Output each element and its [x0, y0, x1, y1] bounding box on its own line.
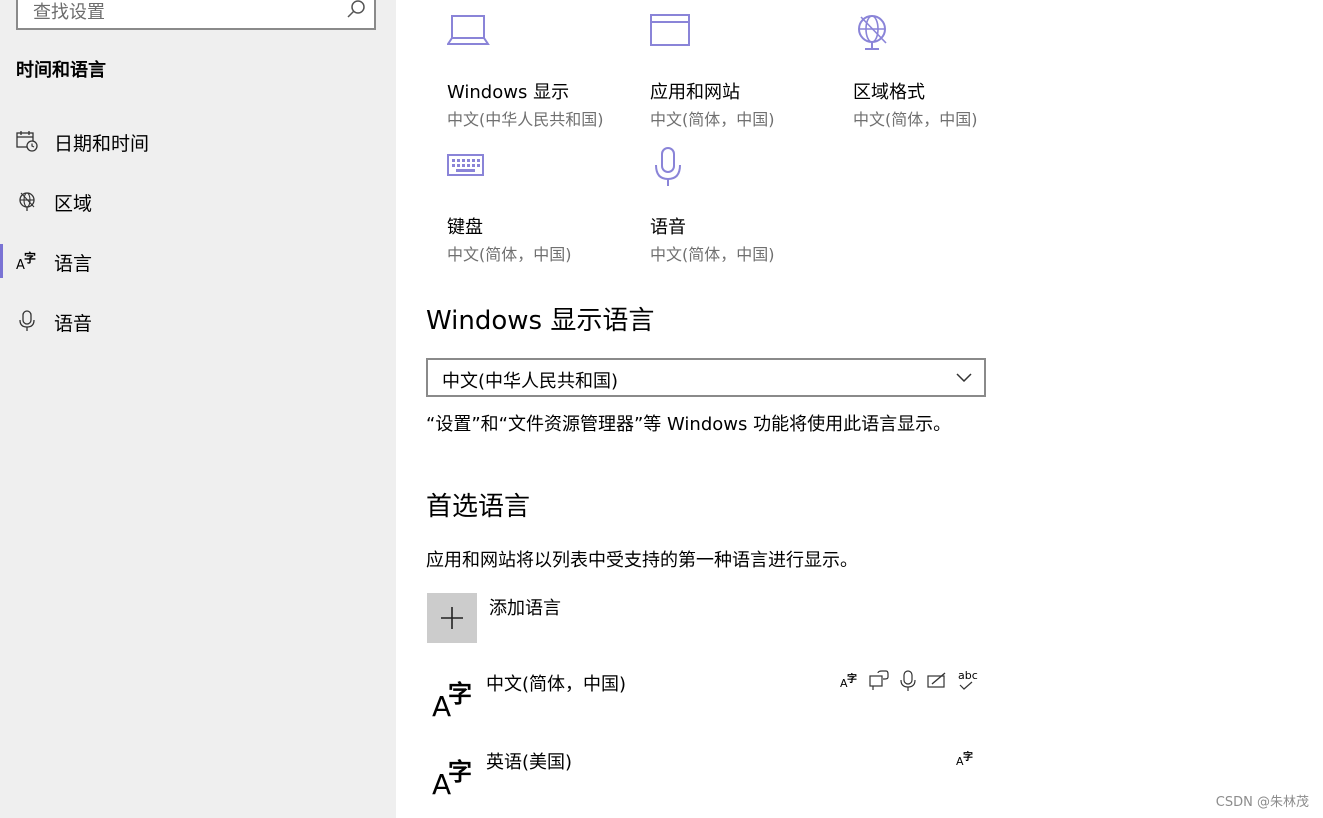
display-language-value: 中文(中华人民共和国) — [442, 371, 619, 392]
chevron-down-icon — [956, 373, 972, 383]
microphone-icon — [655, 147, 681, 186]
tile-subtitle: 中文(中华人民共和国) — [447, 110, 604, 129]
tile-apps-websites[interactable]: 应用和网站 中文(简体，中国) — [650, 12, 830, 132]
language-glyph-icon: A 字 — [432, 758, 472, 801]
handwriting-icon — [927, 672, 946, 688]
sidebar-item-speech[interactable]: 语音 — [0, 298, 396, 346]
sidebar-item-language[interactable]: A 字 语言 — [0, 238, 396, 286]
language-name: 英语(美国) — [486, 752, 573, 773]
selection-indicator — [0, 244, 3, 278]
calendar-clock-icon — [16, 131, 38, 152]
microphone-icon — [900, 670, 916, 691]
spelling-icon: abc — [956, 670, 978, 692]
language-pack-icon: A 字 — [956, 752, 973, 768]
tile-title: Windows 显示 — [447, 82, 570, 103]
add-language-label[interactable]: 添加语言 — [489, 594, 561, 620]
tile-title: 区域格式 — [853, 82, 925, 103]
sidebar-item-date-time[interactable]: 日期和时间 — [0, 118, 396, 166]
tile-title: 应用和网站 — [650, 82, 740, 103]
sidebar-item-label: 区域 — [54, 193, 93, 215]
add-language-button[interactable] — [427, 593, 477, 643]
tile-subtitle: 中文(简体，中国) — [650, 245, 775, 264]
language-feature-icons: A 字 abc — [840, 670, 978, 694]
language-glyph-icon: A 字 — [432, 680, 472, 723]
globe-icon — [19, 192, 35, 211]
sidebar-item-region[interactable]: 区域 — [0, 178, 396, 226]
window-icon — [650, 14, 690, 46]
search-input[interactable]: 查找设置 — [33, 0, 105, 24]
search-box[interactable]: 查找设置 — [16, 0, 376, 30]
tile-subtitle: 中文(简体，中国) — [650, 110, 775, 129]
globe-icon — [858, 15, 887, 50]
language-pack-icon: A 字 — [840, 674, 857, 690]
sidebar: 查找设置 时间和语言 日期和时间 区域 A 字 语言 语音 — [0, 0, 396, 818]
tile-windows-display[interactable]: Windows 显示 中文(中华人民共和国) — [447, 12, 627, 132]
laptop-icon — [447, 15, 490, 45]
tile-keyboard[interactable]: 键盘 中文(简体，中国) — [447, 147, 627, 267]
language-item-english[interactable]: A 字 英语(美国) A 字 — [426, 748, 986, 808]
language-name: 中文(简体，中国) — [486, 674, 627, 695]
tile-subtitle: 中文(简体，中国) — [853, 110, 978, 129]
speech-bubble-icon — [869, 670, 889, 690]
microphone-icon — [19, 310, 35, 331]
preferred-languages-heading: 首选语言 — [426, 492, 531, 522]
watermark: CSDN @朱林茂 — [1215, 795, 1309, 810]
display-language-description: “设置”和“文件资源管理器”等 Windows 功能将使用此语言显示。 — [426, 414, 952, 435]
language-item-chinese[interactable]: A 字 中文(简体，中国) A 字 abc — [426, 670, 986, 730]
language-icon: A 字 — [16, 251, 37, 273]
language-feature-icons: A 字 — [956, 748, 976, 772]
tile-subtitle: 中文(简体，中国) — [447, 245, 572, 264]
tile-title: 语音 — [650, 217, 686, 238]
sidebar-item-label: 语言 — [54, 253, 93, 275]
search-icon[interactable] — [346, 0, 366, 19]
display-language-select[interactable]: 中文(中华人民共和国) — [426, 358, 986, 397]
preferred-languages-description: 应用和网站将以列表中受支持的第一种语言进行显示。 — [426, 550, 858, 571]
sidebar-item-label: 日期和时间 — [54, 133, 150, 155]
tile-title: 键盘 — [447, 217, 483, 238]
display-language-heading: Windows 显示语言 — [426, 306, 655, 336]
tile-regional-format[interactable]: 区域格式 中文(简体，中国) — [853, 12, 1033, 132]
sidebar-item-label: 语音 — [54, 313, 93, 335]
keyboard-icon — [447, 154, 484, 176]
section-title: 时间和语言 — [16, 60, 106, 81]
tile-speech[interactable]: 语音 中文(简体，中国) — [650, 147, 830, 267]
plus-icon — [441, 607, 463, 629]
